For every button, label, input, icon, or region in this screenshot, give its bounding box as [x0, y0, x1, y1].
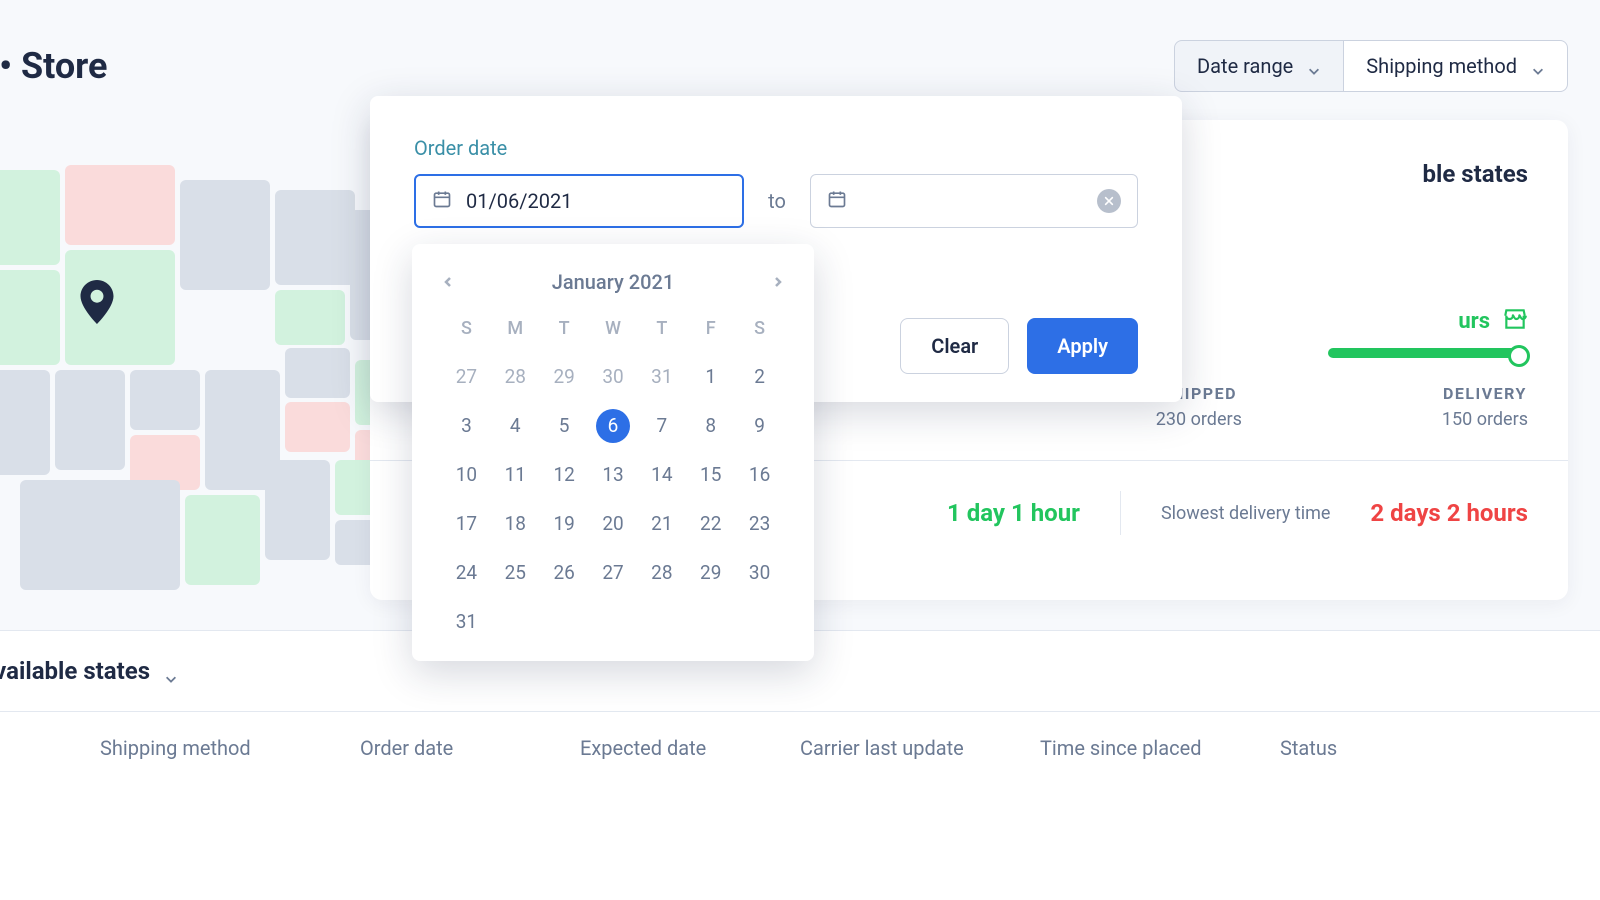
date-range-filter-label: Date range: [1197, 54, 1293, 78]
shipped-count: 230 orders: [1156, 409, 1242, 430]
page-title: tes • Store: [0, 45, 107, 87]
slowest-time-label: Slowest delivery time: [1161, 503, 1330, 524]
calendar-day[interactable]: 16: [735, 457, 784, 492]
calendar-day[interactable]: 22: [686, 506, 735, 541]
calendar-day[interactable]: 10: [442, 457, 491, 492]
apply-button[interactable]: Apply: [1027, 318, 1138, 374]
col-status: Status: [1280, 736, 1440, 760]
chevron-down-icon: [1307, 59, 1321, 73]
calendar-day[interactable]: 27: [589, 555, 638, 590]
orders-table-section: all available states tion Shipping metho…: [0, 630, 1600, 900]
col-location: tion: [0, 736, 100, 760]
next-month-button[interactable]: [772, 273, 784, 292]
calendar-day[interactable]: 25: [491, 555, 540, 590]
calendar-dow: M: [491, 312, 540, 345]
table-header-row: tion Shipping method Order date Expected…: [0, 711, 1600, 784]
calendar-day-outside[interactable]: 29: [540, 359, 589, 394]
col-time-since: Time since placed: [1040, 736, 1280, 760]
calendar-icon: [827, 189, 847, 214]
calendar-day[interactable]: 4: [491, 408, 540, 443]
divider: [1120, 491, 1121, 535]
us-map: [0, 150, 420, 610]
calendar-day[interactable]: 31: [442, 604, 491, 639]
date-range-separator: to: [768, 189, 786, 213]
calendar-day[interactable]: 8: [686, 408, 735, 443]
calendar-day[interactable]: 15: [686, 457, 735, 492]
calendar-day-outside[interactable]: 31: [637, 359, 686, 394]
delivery-count: 150 orders: [1442, 409, 1528, 430]
calendar-day[interactable]: 23: [735, 506, 784, 541]
calendar-day[interactable]: 21: [637, 506, 686, 541]
calendar-day[interactable]: 30: [735, 555, 784, 590]
delivery-label: DELIVERY: [1442, 384, 1528, 403]
store-icon: [1502, 306, 1528, 336]
calendar-day[interactable]: 26: [540, 555, 589, 590]
fastest-time-value: 1 day 1 hour: [947, 499, 1080, 527]
shipping-method-filter-label: Shipping method: [1366, 54, 1517, 78]
slowest-time-value: 2 days 2 hours: [1370, 499, 1528, 527]
from-date-value: 01/06/2021: [466, 189, 572, 213]
calendar-dow: F: [686, 312, 735, 345]
calendar-day-outside[interactable]: 28: [491, 359, 540, 394]
calendar-day[interactable]: 11: [491, 457, 540, 492]
calendar-day[interactable]: 9: [735, 408, 784, 443]
calendar-dow: S: [442, 312, 491, 345]
col-expected-date: Expected date: [580, 736, 800, 760]
date-range-filter-button[interactable]: Date range: [1174, 40, 1344, 92]
calendar-icon: [432, 189, 452, 214]
calendar-grid: SMTWTFS272829303112345678910111213141516…: [442, 312, 784, 639]
from-date-input[interactable]: 01/06/2021: [414, 174, 744, 228]
calendar-day[interactable]: 20: [589, 506, 638, 541]
map-pin-icon: [80, 280, 114, 328]
calendar-day-outside[interactable]: 27: [442, 359, 491, 394]
col-order-date: Order date: [360, 736, 580, 760]
clear-button[interactable]: Clear: [900, 318, 1009, 374]
to-date-input[interactable]: [810, 174, 1138, 228]
calendar-day[interactable]: 17: [442, 506, 491, 541]
calendar-dow: T: [540, 312, 589, 345]
avg-hours-value: urs: [1458, 309, 1490, 334]
calendar-day[interactable]: 3: [442, 408, 491, 443]
calendar-day[interactable]: 29: [686, 555, 735, 590]
calendar-dow: T: [637, 312, 686, 345]
order-date-label: Order date: [414, 136, 1138, 160]
states-dropdown-label: all available states: [0, 657, 150, 685]
calendar-month-title: January 2021: [552, 270, 674, 294]
chevron-down-icon: [1531, 59, 1545, 73]
calendar-day[interactable]: 2: [735, 359, 784, 394]
calendar-day[interactable]: 24: [442, 555, 491, 590]
calendar-day[interactable]: 18: [491, 506, 540, 541]
calendar-dow: W: [589, 312, 638, 345]
calendar-dow: S: [735, 312, 784, 345]
available-states-title: ble states: [1328, 160, 1528, 188]
calendar-day[interactable]: 5: [540, 408, 589, 443]
progress-bar: [1328, 348, 1528, 358]
calendar-day[interactable]: 12: [540, 457, 589, 492]
calendar-day[interactable]: 13: [589, 457, 638, 492]
calendar-day[interactable]: 1: [686, 359, 735, 394]
prev-month-button[interactable]: [442, 273, 454, 292]
calendar-day-outside[interactable]: 30: [589, 359, 638, 394]
col-carrier-update: Carrier last update: [800, 736, 1040, 760]
shipping-method-filter-button[interactable]: Shipping method: [1344, 40, 1568, 92]
calendar-day[interactable]: 28: [637, 555, 686, 590]
col-shipping-method: Shipping method: [100, 736, 360, 760]
calendar-day[interactable]: 14: [637, 457, 686, 492]
clear-to-date-button[interactable]: [1097, 189, 1121, 213]
header-filters: Date range Shipping method: [1174, 40, 1568, 92]
calendar-day-selected[interactable]: 6: [589, 408, 638, 443]
calendar-popover: January 2021 SMTWTFS27282930311234567891…: [412, 244, 814, 661]
calendar-day[interactable]: 7: [637, 408, 686, 443]
chevron-down-icon: [164, 664, 178, 678]
calendar-day[interactable]: 19: [540, 506, 589, 541]
